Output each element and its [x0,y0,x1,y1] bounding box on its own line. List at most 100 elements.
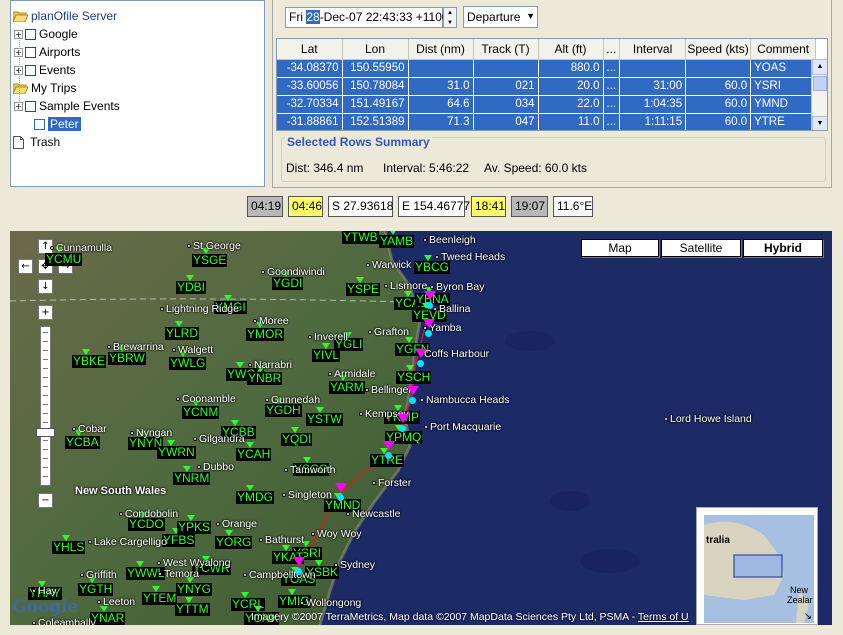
column-header[interactable]: Lon [342,39,409,60]
airport-label[interactable]: YIVL [312,349,341,362]
tree-item-trash[interactable]: Trash [13,133,60,151]
table-cell[interactable]: 71.3 [408,113,474,130]
pan-left-icon[interactable]: ← [18,259,33,274]
zoom-slider[interactable] [40,326,51,486]
waypoint-marker-icon[interactable] [397,414,409,423]
airport-label[interactable]: YCNM [182,406,220,419]
table-cell[interactable]: ... [603,113,621,130]
table-cell[interactable]: 150.78084 [342,77,409,96]
airport-label[interactable]: YGDI [272,277,304,290]
table-cell[interactable]: 021 [473,77,539,96]
airport-label[interactable]: YLRD [165,327,200,340]
zoom-in-icon[interactable]: + [38,305,53,320]
trip-tree[interactable]: planOfile Server + Google + Airports + E… [10,0,265,187]
map-type-hybrid-button[interactable]: Hybrid [743,239,823,257]
airport-label[interactable]: YCAH [236,448,272,461]
checkbox[interactable] [34,118,45,130]
table-cell[interactable]: YOAS [750,59,817,78]
airport-label[interactable]: YTTM [175,603,210,616]
table-row[interactable]: -33.60056 150.78084 31.0 021 20.0... 31:00 60.… [277,77,817,96]
airport-label[interactable]: YFBS [162,534,196,547]
datetime-input[interactable]: Fri 28-Dec-07 22:43:33 +1100 [285,7,449,28]
airport-label[interactable]: YTWB [342,231,379,244]
table-cell[interactable] [619,59,687,78]
airport-label[interactable]: YPKS [177,521,212,534]
scroll-down-icon[interactable]: ▼ [812,116,827,130]
table-cell[interactable]: 034 [473,95,539,114]
table-cell[interactable]: 20.0 [538,77,604,96]
airport-label[interactable]: YNRM [173,472,211,485]
table-cell[interactable]: 22.0 [538,95,604,114]
airport-label[interactable]: YORG [215,536,253,549]
tree-item-sample-events[interactable]: + Sample Events [14,97,120,115]
scroll-up-icon[interactable]: ▲ [812,59,827,75]
airport-label[interactable]: YSPE [346,283,381,296]
checkbox[interactable] [25,28,36,40]
terms-link[interactable]: Terms of U [638,611,689,623]
airport-label[interactable]: YWRN [157,446,196,459]
table-cell[interactable]: -31.88861 [277,113,343,130]
table-cell[interactable]: 60.0 [685,113,752,130]
legs-table[interactable]: Lat Lon Dist (nm) Track (T) Alt (ft)... Inter… [276,38,828,131]
waypoint-marker-icon[interactable] [335,483,347,492]
table-cell[interactable]: 1:11:15 [619,113,687,130]
resize-corner-icon[interactable]: ↘ [804,611,812,622]
column-header[interactable]: Interval [619,39,687,60]
tree-item-peter[interactable]: Peter [34,115,81,133]
waypoint-marker-icon[interactable] [407,386,419,395]
waypoint-marker-icon[interactable] [423,319,435,328]
column-header[interactable]: Dist (nm) [408,39,474,60]
table-cell[interactable]: YTRE [750,113,817,130]
airport-label[interactable]: YMOR [246,328,284,341]
waypoint-marker-icon[interactable] [293,557,305,566]
table-cell[interactable]: YSRI [750,77,817,96]
column-header[interactable]: ... [603,39,621,60]
tree-item-server[interactable]: planOfile Server [13,7,117,25]
table-cell[interactable]: ... [603,59,621,78]
map-view[interactable]: Map Satellite Hybrid ↑ ← ✥ → ↓ + − YCMU Y… [10,231,832,625]
airport-label[interactable]: YAMB [379,235,415,248]
spin-up-icon[interactable]: ▲ [444,8,456,18]
table-cell[interactable] [408,59,474,78]
table-row[interactable]: -31.88861 152.51389 71.3 047 11.0... 1:11:15 6… [277,113,817,130]
column-header[interactable]: Speed (kts) [685,39,752,60]
table-cell[interactable] [473,59,539,78]
table-cell[interactable]: 64.6 [408,95,474,114]
airport-label[interactable]: YQDI [281,433,313,446]
airport-label[interactable]: YBKE [72,355,107,368]
table-cell[interactable]: ... [603,77,621,96]
airport-label[interactable]: YMDG [236,491,274,504]
zoom-slider-thumb[interactable] [36,428,55,437]
waypoint-marker-icon[interactable] [415,349,427,358]
table-row[interactable]: -32.70334 151.49167 64.6 034 22.0... 1:04:35 6… [277,95,817,114]
column-header[interactable]: Track (T) [473,39,539,60]
table-cell[interactable]: 151.49167 [342,95,409,114]
table-row[interactable]: -34.08370 150.55950 880.0... YOAS [277,59,817,78]
table-cell[interactable]: -32.70334 [277,95,343,114]
airport-label[interactable]: YSTW [306,413,343,426]
table-cell[interactable]: 880.0 [538,59,604,78]
column-header[interactable]: Lat [277,39,343,60]
airport-label[interactable]: YTEM [142,592,178,605]
pan-down-icon[interactable]: ↓ [38,279,53,294]
table-scrollbar[interactable]: ▲ ▼ [811,59,827,130]
table-cell[interactable]: ... [603,95,621,114]
airport-label[interactable]: YNYG [176,583,213,596]
mode-select[interactable]: Departure ▼ [463,6,538,28]
table-cell[interactable]: -34.08370 [277,59,343,78]
checkbox[interactable] [25,46,36,58]
table-cell[interactable]: 60.0 [685,95,752,114]
airport-label[interactable]: YHLS [52,541,86,554]
airport-label[interactable]: YGTH [78,583,114,596]
airport-label[interactable]: YNBR [247,372,283,385]
table-cell[interactable]: 31:00 [619,77,687,96]
checkbox[interactable] [25,64,36,76]
airport-label[interactable]: YSGE [192,254,228,267]
airport-label[interactable]: YSCH [396,371,432,384]
table-cell[interactable]: 1:04:35 [619,95,687,114]
tree-item-google[interactable]: + Google [14,25,78,43]
airport-label[interactable]: YDBI [176,281,207,294]
map-type-map-button[interactable]: Map [581,239,659,257]
zoom-out-icon[interactable]: − [38,493,53,508]
airport-label[interactable]: YWLG [169,357,207,370]
